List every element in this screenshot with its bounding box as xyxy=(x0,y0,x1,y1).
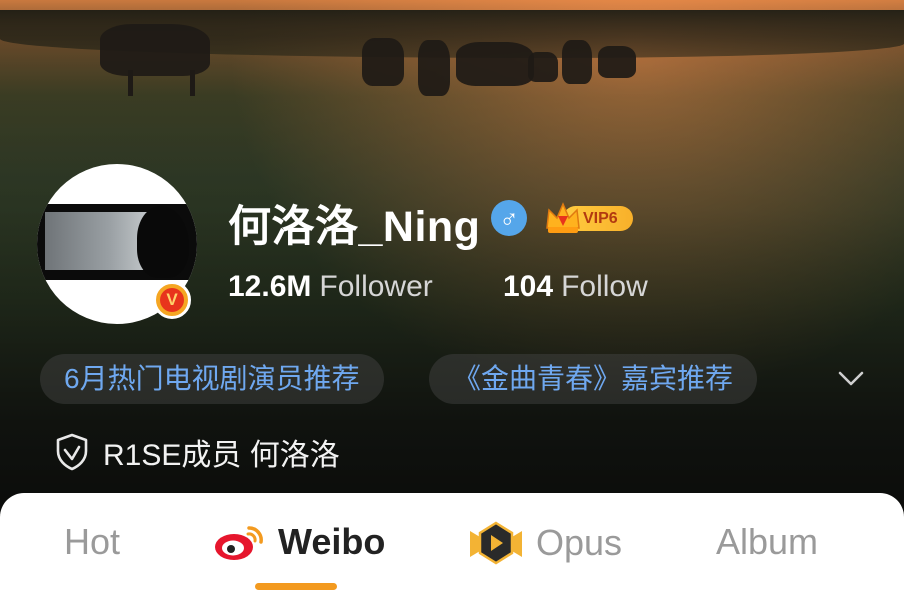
followers-stat[interactable]: 12.6M Follower xyxy=(228,270,433,304)
background-cow-leg xyxy=(190,70,195,96)
tag-chip-tv-actor[interactable]: 6月热门电视剧演员推荐 xyxy=(40,354,384,404)
followers-label: Follower xyxy=(319,270,433,303)
tab-opus-label: Opus xyxy=(536,522,623,563)
chevron-down-icon[interactable] xyxy=(836,363,866,393)
tab-opus[interactable]: Opus xyxy=(468,521,622,565)
verified-v-mark: V xyxy=(160,288,184,312)
tab-hot[interactable]: Hot xyxy=(64,521,120,563)
profile-screen: V 何洛洛_Ning ♂ VIP6 12.6M Follower 104 Follo… xyxy=(0,0,904,600)
tab-album[interactable]: Album xyxy=(716,521,818,563)
active-tab-indicator xyxy=(255,583,337,590)
tag-chip-golden-song[interactable]: 《金曲青春》嘉宾推荐 xyxy=(429,354,758,404)
certification-text: R1SE成员 何洛洛 xyxy=(103,439,340,472)
background-cow xyxy=(362,38,404,86)
following-stat[interactable]: 104 Follow xyxy=(503,270,648,304)
following-label: Follow xyxy=(561,270,648,303)
male-gender-icon: ♂ xyxy=(491,200,527,236)
background-cow-leg xyxy=(128,70,133,96)
background-cow xyxy=(418,40,450,96)
tab-weibo[interactable]: Weibo xyxy=(213,521,385,563)
opus-play-icon xyxy=(470,521,522,565)
background-cow xyxy=(100,24,210,76)
tab-hot-label: Hot xyxy=(64,521,121,562)
tab-album-label: Album xyxy=(716,521,819,562)
following-count: 104 xyxy=(503,270,554,303)
background-cow xyxy=(456,42,534,86)
vip-crown-icon xyxy=(546,202,580,233)
tab-weibo-label: Weibo xyxy=(278,521,386,562)
vip-label: VIP6 xyxy=(583,210,618,227)
background-cow xyxy=(598,46,636,78)
profile-tab-bar: Hot Weibo Opus Album xyxy=(0,493,904,600)
background-cow xyxy=(562,40,592,84)
weibo-logo-icon xyxy=(215,526,263,560)
profile-name: 何洛洛_Ning xyxy=(228,203,481,251)
background-cow xyxy=(528,52,558,82)
followers-count: 12.6M xyxy=(228,270,312,303)
certification-row: R1SE成员 何洛洛 xyxy=(55,432,340,472)
vip-badge[interactable]: VIP6 xyxy=(543,200,635,236)
verified-v-icon: V xyxy=(153,281,191,319)
shield-check-icon xyxy=(56,433,88,471)
